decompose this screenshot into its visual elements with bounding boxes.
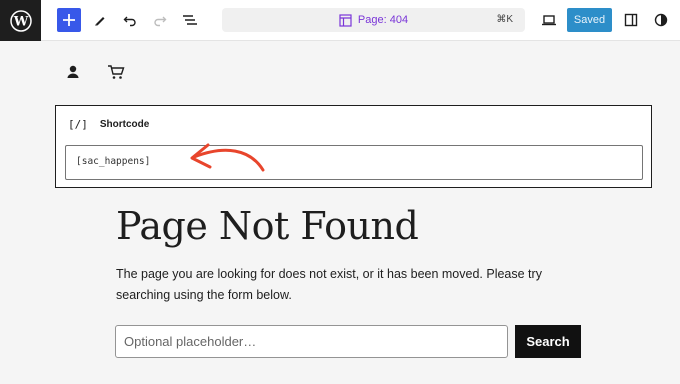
undo-button[interactable] [118, 8, 142, 32]
page-icon [339, 13, 352, 27]
styles-icon [654, 13, 668, 27]
shortcode-icon: [/] [68, 118, 88, 131]
annotation-arrow-icon [190, 143, 265, 172]
save-button[interactable]: Saved [567, 8, 612, 32]
tools-button[interactable] [88, 8, 112, 32]
styles-button[interactable] [649, 8, 673, 32]
document-bar[interactable]: Page: 404 ⌘K [222, 8, 525, 32]
cart-icon [108, 65, 125, 79]
account-link[interactable] [63, 62, 83, 82]
svg-text:W: W [12, 14, 28, 29]
list-view-button[interactable] [178, 8, 202, 32]
shortcode-block[interactable]: [/] Shortcode [sac_happens] [55, 105, 652, 188]
plus-icon [63, 14, 75, 26]
list-view-icon [183, 15, 197, 25]
cart-link[interactable] [106, 62, 126, 82]
search-button[interactable]: Search [515, 325, 581, 358]
page-description: The page you are looking for does not ex… [116, 267, 542, 302]
user-icon [67, 65, 79, 78]
shortcode-input[interactable]: [sac_happens] [65, 145, 643, 180]
undo-icon [123, 16, 136, 27]
editor-toolbar: W Page: 404 ⌘K Saved [0, 0, 680, 41]
command-shortcut: ⌘K [496, 14, 513, 25]
redo-button[interactable] [148, 8, 172, 32]
sidebar-toggle-icon [624, 13, 638, 27]
pencil-icon [95, 17, 105, 26]
page-title: Page Not Found [116, 204, 419, 248]
wordpress-logo-icon[interactable]: W [0, 0, 41, 41]
desktop-preview-icon [542, 15, 556, 26]
shortcode-label: Shortcode [99, 119, 150, 130]
preview-button[interactable] [537, 8, 561, 32]
add-block-button[interactable] [57, 8, 81, 32]
document-title: Page: 404 [357, 14, 409, 26]
search-input[interactable]: Optional placeholder… [115, 325, 508, 358]
settings-sidebar-button[interactable] [619, 8, 643, 32]
redo-icon [154, 16, 167, 27]
